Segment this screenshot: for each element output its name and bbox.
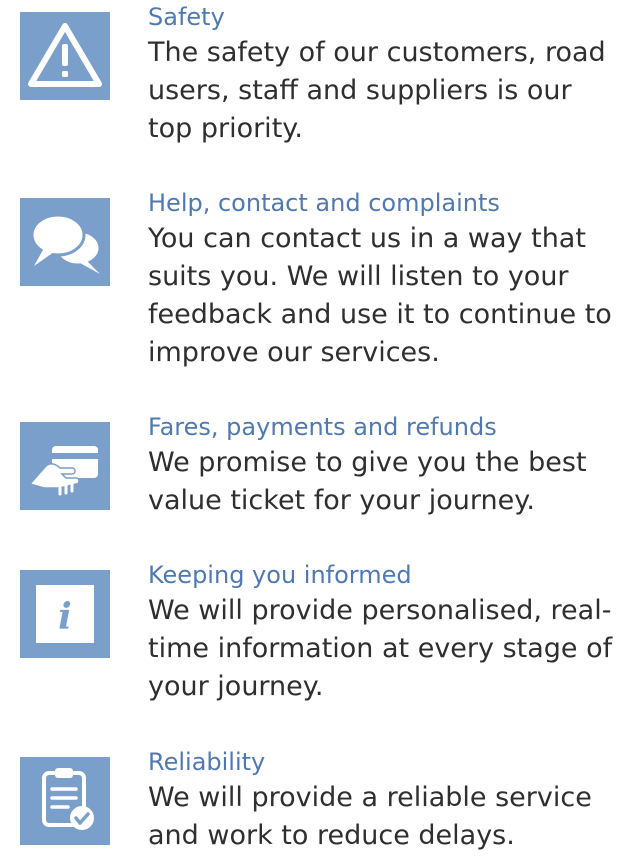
- item-title: Safety: [148, 3, 225, 31]
- item-description: The safety of our customers, road users,…: [148, 37, 606, 144]
- item-description: We will provide personalised, real-time …: [148, 595, 613, 702]
- svg-text:i: i: [58, 596, 72, 638]
- clipboard-check-icon: [20, 757, 110, 845]
- information-icon: i: [20, 570, 110, 658]
- item-description: We will provide a reliable service and w…: [148, 782, 592, 851]
- item-title: Reliability: [148, 748, 266, 776]
- item-title: Fares, payments and refunds: [148, 413, 497, 441]
- item-title: Keeping you informed: [148, 561, 412, 589]
- warning-icon: [20, 12, 110, 100]
- speech-bubbles-icon: [20, 198, 110, 286]
- item-description: We promise to give you the best value ti…: [148, 447, 587, 516]
- item-description: You can contact us in a way that suits y…: [148, 223, 612, 368]
- card-payment-icon: [20, 422, 110, 510]
- item-title: Help, contact and complaints: [148, 189, 500, 217]
